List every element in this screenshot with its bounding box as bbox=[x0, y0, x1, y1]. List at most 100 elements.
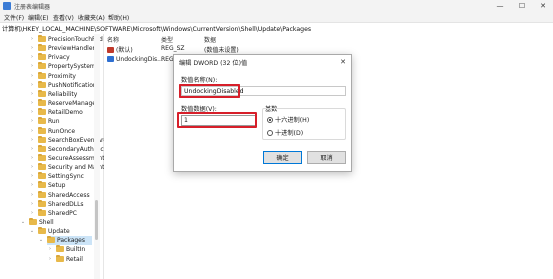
tree-item[interactable]: › PreviewHandlers bbox=[31, 44, 98, 53]
value-type: REG_SZ bbox=[161, 45, 185, 52]
folder-icon bbox=[38, 181, 46, 189]
tree-item[interactable]: ⌄ Shell bbox=[21, 218, 92, 227]
tree-item-label: SecondaryAuthFactor bbox=[48, 145, 113, 153]
chevron-right-icon[interactable]: › bbox=[29, 81, 35, 90]
folder-icon bbox=[38, 144, 46, 152]
tree-item[interactable]: › BuiltIn bbox=[49, 245, 92, 254]
folder-icon bbox=[38, 108, 46, 116]
chevron-right-icon[interactable]: › bbox=[29, 90, 35, 99]
tree-item[interactable]: › SecureAssessment bbox=[31, 153, 105, 163]
chevron-right-icon[interactable]: › bbox=[29, 154, 35, 163]
folder-icon bbox=[47, 236, 55, 244]
chevron-right-icon[interactable]: › bbox=[29, 72, 35, 81]
value-data-highlight bbox=[177, 112, 257, 128]
tree-item[interactable]: ⌄ Update bbox=[30, 227, 92, 236]
menu-favorites[interactable]: 收藏夹(A) bbox=[78, 13, 105, 22]
tree-item-label: ReserveManager bbox=[48, 100, 99, 108]
maximize-button[interactable]: ☐ bbox=[512, 1, 532, 11]
folder-icon bbox=[38, 44, 46, 52]
tree-item-label: RunOnce bbox=[48, 127, 76, 135]
chevron-right-icon[interactable]: › bbox=[47, 255, 53, 264]
tree-item[interactable]: › Proximity bbox=[31, 71, 92, 81]
chevron-right-icon[interactable]: › bbox=[29, 136, 35, 145]
column-header-data[interactable]: 数据 bbox=[204, 35, 216, 44]
chevron-right-icon[interactable]: › bbox=[29, 163, 35, 172]
tree-item[interactable]: › Security and Maint bbox=[31, 163, 104, 172]
chevron-down-icon[interactable]: ⌄ bbox=[38, 236, 44, 245]
chevron-down-icon[interactable]: ⌄ bbox=[20, 218, 26, 227]
tree-item[interactable]: › SharedAccess bbox=[31, 190, 92, 200]
radio-hex-icon bbox=[267, 117, 273, 123]
folder-icon bbox=[38, 172, 46, 180]
value-type: REG bbox=[161, 56, 174, 63]
tree-item-label: PushNotifications bbox=[48, 81, 100, 89]
tree-item-label: SharedAccess bbox=[48, 191, 90, 199]
chevron-right-icon[interactable]: › bbox=[29, 145, 35, 154]
tree-item-label: SharedDLLs bbox=[48, 200, 84, 208]
minimize-button[interactable]: — bbox=[490, 1, 510, 11]
chevron-right-icon[interactable]: › bbox=[29, 172, 35, 181]
column-header-type[interactable]: 类型 bbox=[161, 35, 173, 44]
radio-hex-label: 十六进制(H) bbox=[275, 117, 310, 124]
tree-item[interactable]: › PushNotifications bbox=[31, 80, 100, 90]
tree-scrollbar-thumb[interactable] bbox=[95, 200, 98, 240]
tree-item[interactable]: › SharedPC bbox=[31, 208, 92, 218]
folder-icon bbox=[38, 126, 46, 134]
tree-item[interactable]: › SettingSync bbox=[31, 172, 92, 181]
tree-item[interactable]: › Privacy bbox=[31, 53, 92, 62]
tree-item[interactable]: › Setup bbox=[31, 181, 92, 190]
chevron-right-icon[interactable]: › bbox=[29, 108, 35, 117]
tree-item[interactable]: › SearchBoxEventArgs bbox=[31, 135, 110, 145]
folder-icon bbox=[38, 199, 46, 207]
value-data: (数值未设置) bbox=[204, 47, 239, 54]
tree-item[interactable]: › RunOnce bbox=[31, 126, 92, 136]
menu-edit[interactable]: 编辑(E) bbox=[28, 13, 48, 22]
chevron-right-icon[interactable]: › bbox=[29, 99, 35, 108]
tree-item[interactable]: › RetailDemo bbox=[31, 108, 92, 117]
ok-button[interactable]: 确定 bbox=[263, 151, 302, 164]
chevron-right-icon[interactable]: › bbox=[29, 44, 35, 53]
tree-item[interactable]: › PrecisionTouchPad bbox=[31, 35, 103, 44]
radio-decimal[interactable]: 十进制(D) bbox=[267, 128, 303, 137]
dialog-close-icon[interactable]: ✕ bbox=[337, 56, 349, 68]
chevron-right-icon[interactable]: › bbox=[29, 117, 35, 126]
edit-dword-dialog: 编辑 DWORD (32 位)值 ✕ 数值名称(N): UndockingDis… bbox=[173, 54, 352, 172]
tree-item[interactable]: › Retail bbox=[49, 254, 92, 264]
value-row-default[interactable]: (默认) REG_SZ (数值未设置) bbox=[107, 45, 547, 54]
folder-icon bbox=[38, 208, 46, 216]
tree-item-label: Setup bbox=[48, 182, 66, 190]
menu-file[interactable]: 文件(F) bbox=[4, 13, 24, 22]
chevron-down-icon[interactable]: ⌄ bbox=[29, 227, 35, 236]
string-value-icon bbox=[107, 47, 114, 53]
folder-icon bbox=[38, 163, 46, 171]
tree-item[interactable]: › Run bbox=[31, 117, 92, 126]
chevron-right-icon[interactable]: › bbox=[29, 200, 35, 209]
chevron-right-icon[interactable]: › bbox=[29, 53, 35, 62]
value-name-highlight-frame bbox=[179, 84, 240, 98]
tree-item[interactable]: › SharedDLLs bbox=[31, 199, 92, 209]
close-button[interactable]: ✕ bbox=[533, 1, 553, 11]
tree-scrollbar[interactable] bbox=[94, 34, 100, 279]
tree-item-label: SharedPC bbox=[48, 209, 77, 217]
tree-item[interactable]: › Reliability bbox=[31, 89, 92, 99]
address-path[interactable]: 计算机\HKEY_LOCAL_MACHINE\SOFTWARE\Microsof… bbox=[2, 24, 311, 33]
chevron-right-icon[interactable]: › bbox=[47, 245, 53, 254]
tree-item[interactable]: › SecondaryAuthFactor bbox=[31, 144, 112, 154]
tree-item-label: SettingSync bbox=[48, 173, 84, 181]
radio-hex[interactable]: 十六进制(H) bbox=[267, 115, 309, 124]
chevron-right-icon[interactable]: › bbox=[29, 181, 35, 190]
tree-item[interactable]: › PropertySystem bbox=[31, 62, 96, 71]
column-header-name[interactable]: 名称 bbox=[107, 35, 119, 44]
tree-item[interactable]: › ReserveManager bbox=[31, 99, 98, 108]
chevron-right-icon[interactable]: › bbox=[29, 191, 35, 200]
tree-item[interactable]: ⌄ Packages bbox=[39, 236, 92, 246]
menu-view[interactable]: 查看(V) bbox=[53, 13, 74, 22]
tree-item-label: Packages bbox=[57, 237, 85, 245]
cancel-button[interactable]: 取消 bbox=[307, 151, 346, 164]
chevron-right-icon[interactable]: › bbox=[29, 209, 35, 218]
chevron-right-icon[interactable]: › bbox=[29, 127, 35, 136]
chevron-right-icon[interactable]: › bbox=[29, 35, 35, 44]
tree-item-label: BuiltIn bbox=[66, 246, 86, 254]
menu-help[interactable]: 帮助(H) bbox=[108, 13, 129, 22]
chevron-right-icon[interactable]: › bbox=[29, 62, 35, 71]
